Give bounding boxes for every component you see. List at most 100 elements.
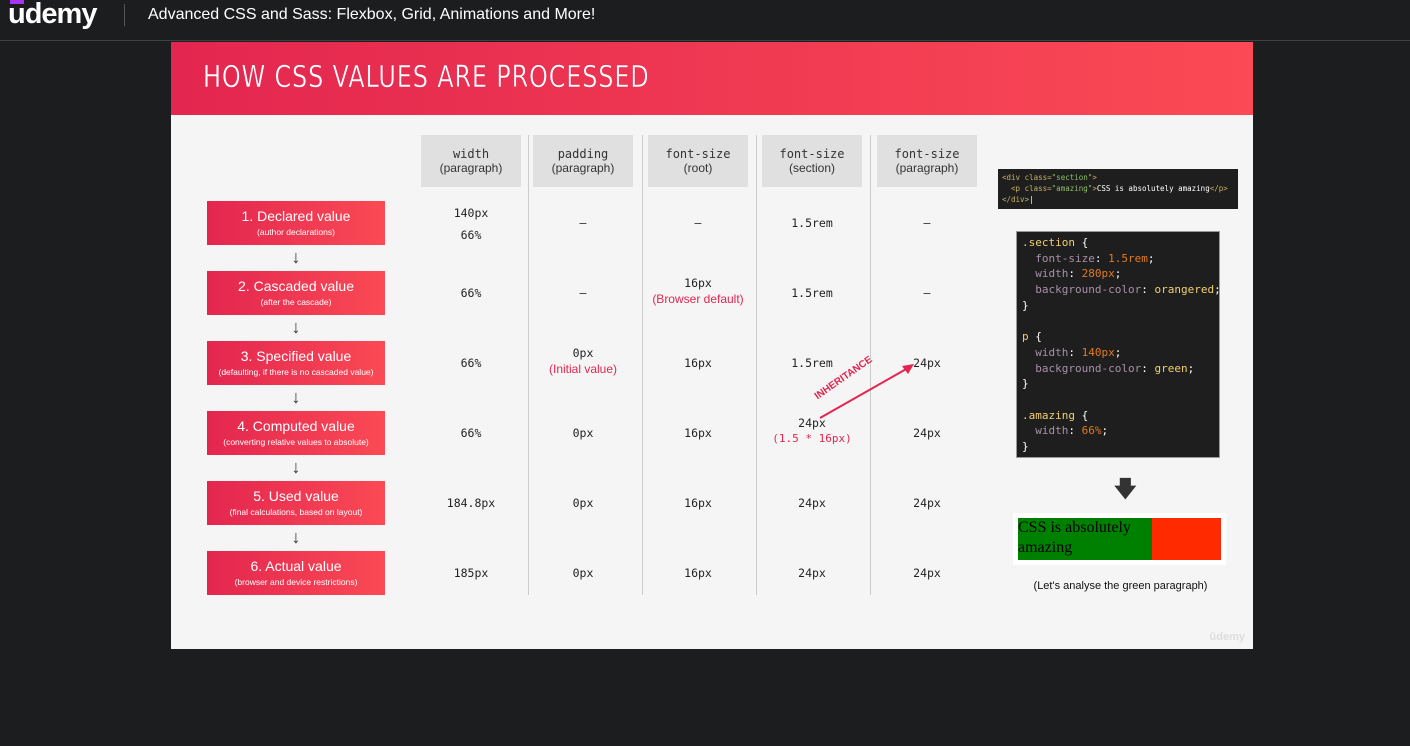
cell-value: 16px xyxy=(684,356,712,370)
css-code-snippet: .section { font-size: 1.5rem; width: 280… xyxy=(1016,231,1221,458)
slide-banner: HOW CSS VALUES ARE PROCESSED xyxy=(171,42,1253,115)
column-subject: (root) xyxy=(683,161,713,175)
column-subject: (section) xyxy=(788,161,835,175)
step-title: 3. Specified value xyxy=(240,348,352,364)
table-cell: 16px xyxy=(648,566,748,580)
course-title[interactable]: Advanced CSS and Sass: Flexbox, Grid, An… xyxy=(148,6,595,24)
table-cell: 0px xyxy=(533,426,633,440)
cell-value: 140px xyxy=(453,206,489,220)
table-cell: 0px xyxy=(533,496,633,510)
down-arrow-icon: ↓ xyxy=(291,387,301,407)
table-cell: 24px xyxy=(877,426,977,440)
column-subject: (paragraph) xyxy=(439,161,503,175)
down-arrow-icon: ↓ xyxy=(291,247,301,267)
table-cell: 16px xyxy=(648,496,748,510)
cell-value: 24px xyxy=(798,496,826,510)
udemy-logo[interactable]: udemy xyxy=(8,0,97,31)
table-cell: — xyxy=(533,286,633,300)
column-divider xyxy=(642,135,643,595)
step-title: 1. Declared value xyxy=(241,208,351,224)
cell-value: 24px xyxy=(913,426,941,440)
step-title: 6. Actual value xyxy=(250,558,342,574)
down-arrow-icon: ↓ xyxy=(291,457,301,477)
cell-value: 0px xyxy=(572,346,594,360)
cell-value: 24px xyxy=(798,566,826,580)
top-bar: udemy Advanced CSS and Sass: Flexbox, Gr… xyxy=(0,0,1410,41)
table-cell: — xyxy=(877,216,977,230)
column-subject: (paragraph) xyxy=(551,161,615,175)
html-paragraph-text: CSS is absolutely amazing xyxy=(1096,184,1210,193)
table-cell: 184.8px xyxy=(421,496,521,510)
column-property: font-size xyxy=(665,147,731,161)
table-cell: 0px xyxy=(533,566,633,580)
table-cell: 66% xyxy=(421,286,521,300)
table-cell: 1.5rem xyxy=(762,216,862,230)
table-cell: 24px xyxy=(877,566,977,580)
step-title: 5. Used value xyxy=(253,488,339,504)
table-cell: 16px (Browser default) xyxy=(648,276,748,306)
column-property: padding xyxy=(557,147,609,161)
column-header: font-size (paragraph) xyxy=(877,135,977,187)
step-label: 5. Used value (final calculations, based … xyxy=(207,481,385,525)
cell-value: 24px xyxy=(913,496,941,510)
cell-value: 0px xyxy=(572,426,594,440)
step-subtitle: (browser and device restrictions) xyxy=(234,577,358,587)
video-slide[interactable]: HOW CSS VALUES ARE PROCESSED width (parag… xyxy=(171,42,1253,649)
step-subtitle: (author declarations) xyxy=(257,227,335,237)
html-code-snippet: <div class="section"> <p class="amazing"… xyxy=(998,169,1238,209)
step-title: 2. Cascaded value xyxy=(238,278,354,294)
cell-value: 185px xyxy=(453,566,489,580)
rendered-demo: CSS is absolutely amazing xyxy=(1013,513,1226,565)
cell-value: 66% xyxy=(460,356,482,370)
cell-value: 24px xyxy=(913,566,941,580)
table-cell: — xyxy=(533,216,633,230)
udemy-watermark: ûdemy xyxy=(1209,631,1245,643)
column-subject: (paragraph) xyxy=(895,161,959,175)
section-box: CSS is absolutely amazing xyxy=(1018,518,1221,560)
cell-value: 16px xyxy=(684,426,712,440)
step-subtitle: (defaulting, if there is no cascaded val… xyxy=(218,367,374,377)
step-label: 6. Actual value (browser and device restr… xyxy=(207,551,385,595)
column-divider xyxy=(756,135,757,595)
column-property: font-size xyxy=(779,147,845,161)
step-subtitle: (final calculations, based on layout) xyxy=(229,507,363,517)
cell-value: 0px xyxy=(572,496,594,510)
step-title: 4. Computed value xyxy=(237,418,355,434)
column-divider xyxy=(528,135,529,595)
cell-note: (Browser default) xyxy=(652,292,744,306)
cell-value: 16px xyxy=(684,276,712,290)
cell-value: 66% xyxy=(460,286,482,300)
step-label: 4. Computed value (converting relative va… xyxy=(207,411,385,455)
table-cell: 66% xyxy=(421,426,521,440)
table-cell: — xyxy=(648,216,748,230)
cell-value: — xyxy=(923,286,931,300)
down-arrow-icon: 🡇 xyxy=(1114,476,1137,501)
column-property: font-size xyxy=(894,147,960,161)
cell-value: 184.8px xyxy=(446,496,496,510)
green-paragraph: CSS is absolutely amazing xyxy=(1018,518,1152,560)
cell-note: (Initial value) xyxy=(548,362,618,376)
cell-value: 66% xyxy=(460,426,482,440)
cell-value: 0px xyxy=(572,566,594,580)
column-header: font-size (section) xyxy=(762,135,862,187)
table-cell: 24px xyxy=(762,496,862,510)
down-arrow-icon: ↓ xyxy=(291,317,301,337)
cell-value: 16px xyxy=(684,566,712,580)
table-cell: 0px (Initial value) xyxy=(533,346,633,376)
column-header: width (paragraph) xyxy=(421,135,521,187)
cell-value: 16px xyxy=(684,496,712,510)
cell-value: — xyxy=(694,216,702,230)
cell-value: 1.5rem xyxy=(791,286,833,300)
table-cell: 24px xyxy=(762,566,862,580)
table-cell: 16px xyxy=(648,356,748,370)
cell-note: (1.5 * 16px) xyxy=(772,432,852,445)
table-cell: 24px xyxy=(877,496,977,510)
table-cell: 66% xyxy=(421,356,521,370)
demo-caption: (Let's analyse the green paragraph) xyxy=(1033,580,1208,592)
column-header: font-size (root) xyxy=(648,135,748,187)
table-cell: 140px 66% xyxy=(421,206,521,242)
cell-value: 1.5rem xyxy=(791,216,833,230)
down-arrow-icon: ↓ xyxy=(291,527,301,547)
step-subtitle: (after the cascade) xyxy=(260,297,332,307)
step-subtitle: (converting relative values to absolute) xyxy=(223,437,369,447)
